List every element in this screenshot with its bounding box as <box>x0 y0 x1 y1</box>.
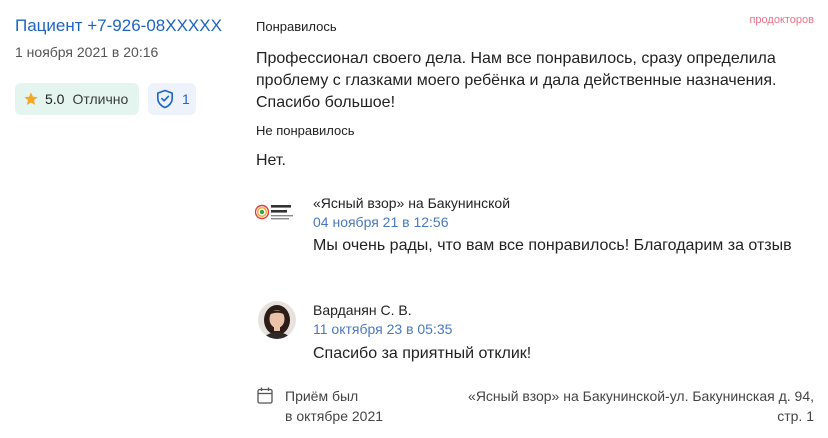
reply-date-clinic: 04 ноября 21 в 12:56 <box>313 214 449 230</box>
disliked-text: Нет. <box>256 152 286 169</box>
reply-author-doctor[interactable]: Варданян С. В. <box>313 302 412 318</box>
calendar-icon <box>257 387 273 404</box>
reply-text-clinic: Мы очень рады, что вам все понравилось! … <box>313 237 792 254</box>
doctor-avatar-icon <box>258 301 296 339</box>
rating-badge: 5.0 Отлично <box>15 83 139 115</box>
review-author[interactable]: Пациент +7-926-08XXXXX <box>15 16 222 36</box>
rating-word: Отлично <box>72 91 129 107</box>
shield-check-icon <box>156 89 174 109</box>
reply-text-doctor: Спасибо за приятный отклик! <box>313 345 532 362</box>
disliked-label: Не понравилось <box>256 123 355 138</box>
reply-author-clinic[interactable]: «Ясный взор» на Бакунинской <box>313 195 510 211</box>
verified-count: 1 <box>182 91 190 107</box>
visit-info: Приём был в октябре 2021 <box>285 386 455 426</box>
rating-value: 5.0 <box>45 91 65 107</box>
verified-badge[interactable]: 1 <box>148 83 196 115</box>
clinic-address[interactable]: «Ясный взор» на Бакунинской-ул. Бакунинс… <box>462 386 814 426</box>
liked-label: Понравилось <box>256 19 337 34</box>
review-date: 1 ноября 2021 в 20:16 <box>15 44 159 60</box>
visit-line2: в октябре 2021 <box>285 408 384 424</box>
clinic-logo-icon <box>255 204 293 220</box>
visit-line1: Приём был <box>285 388 359 404</box>
brand-label: продокторов <box>749 14 814 26</box>
liked-text: Профессионал своего дела. Нам все понрав… <box>256 50 777 111</box>
star-icon <box>24 92 38 105</box>
reply-date-doctor: 11 октября 23 в 05:35 <box>313 321 453 337</box>
